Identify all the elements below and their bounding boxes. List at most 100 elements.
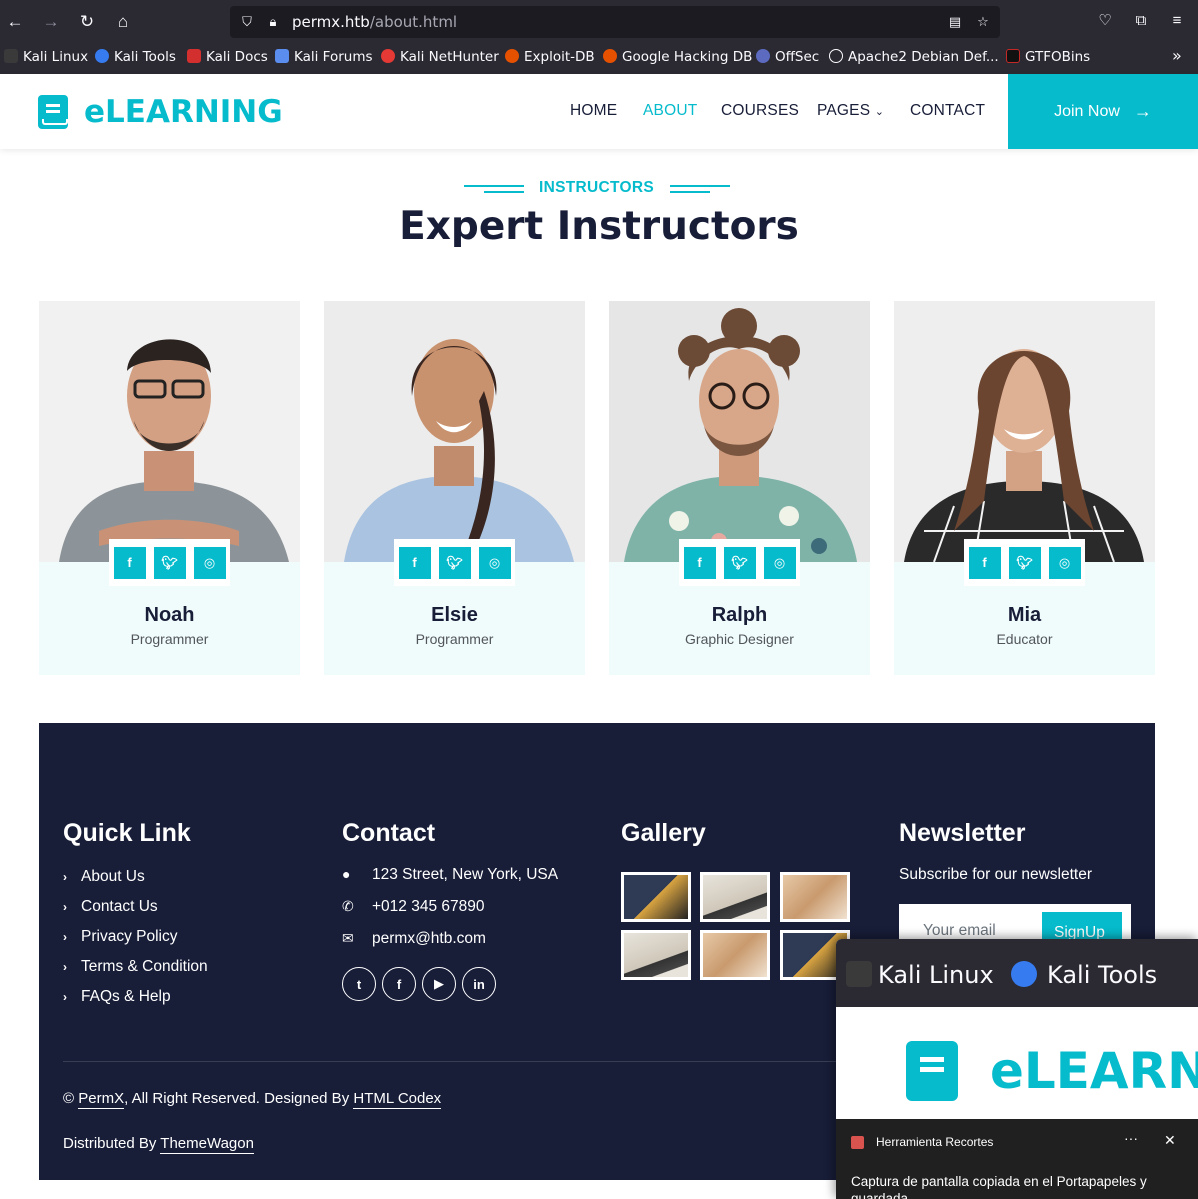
instructor-name: Ralph: [711, 604, 768, 626]
contact-heading: Contact: [342, 819, 436, 847]
footer-link[interactable]: › FAQs & Help: [63, 988, 171, 1006]
bookmark-kali-linux[interactable]: Kali Linux: [4, 49, 88, 65]
bookmark-gtfobins[interactable]: GTFOBins: [1006, 49, 1090, 65]
url-text[interactable]: permx.htb/about.html: [292, 13, 457, 31]
instagram-icon[interactable]: ◎: [1048, 546, 1081, 579]
bookmarks-overflow-icon[interactable]: »: [1172, 46, 1182, 65]
close-icon[interactable]: ✕: [1164, 1132, 1176, 1149]
forward-icon[interactable]: →: [38, 9, 64, 35]
html-codex-link[interactable]: HTML Codex: [353, 1090, 442, 1109]
offsec-icon: [756, 49, 770, 63]
pocket-icon[interactable]: ♡: [1094, 10, 1116, 32]
twitter-icon[interactable]: 🐦︎: [438, 546, 471, 579]
book-icon: [906, 1041, 958, 1101]
twitter-icon[interactable]: 🐦︎: [153, 546, 186, 579]
kali-tools-icon: [95, 49, 109, 63]
extensions-icon[interactable]: ⧉: [1130, 10, 1152, 32]
chevron-right-icon: ›: [63, 870, 67, 884]
gallery-thumb[interactable]: [621, 872, 691, 922]
instructor-name: Noah: [144, 604, 195, 626]
instagram-icon[interactable]: ◎: [763, 546, 796, 579]
youtube-icon[interactable]: ▶: [422, 967, 456, 1001]
bookmark-kali-tools[interactable]: Kali Tools: [95, 49, 176, 65]
lock-icon[interactable]: 🔒︎: [264, 13, 282, 31]
bookmark-apache2[interactable]: Apache2 Debian Def...: [829, 49, 999, 65]
logo[interactable]: eLEARNING: [38, 92, 283, 132]
join-now-button[interactable]: Join Now →: [1008, 74, 1198, 149]
facebook-icon[interactable]: f: [683, 546, 716, 579]
more-options-icon[interactable]: ···: [1124, 1130, 1138, 1146]
bookmark-offsec[interactable]: OffSec: [756, 49, 819, 65]
instructor-role: Graphic Designer: [685, 631, 794, 647]
instructor-name: Mia: [1007, 604, 1042, 626]
url-host: permx.htb: [292, 13, 370, 31]
instagram-icon[interactable]: ◎: [193, 546, 226, 579]
instructor-card: f 🐦︎ ◎ Mia Educator: [894, 301, 1155, 675]
instructor-role: Programmer: [415, 631, 494, 647]
facebook-icon[interactable]: f: [113, 546, 146, 579]
newsletter-heading: Newsletter: [899, 819, 1026, 847]
nav-contact[interactable]: CONTACT: [910, 102, 985, 120]
kali-docs-icon: [187, 49, 201, 63]
gallery-heading: Gallery: [621, 819, 706, 847]
bookmarks-toolbar: Kali Linux Kali Tools Kali Docs Kali For…: [0, 44, 1198, 72]
kali-forums-icon: [275, 49, 289, 63]
browser-chrome: ← → ↻ ⌂ ⛉ 🔒︎ permx.htb/about.html ▤ ☆ ♡ …: [0, 0, 1198, 74]
nav-about[interactable]: ABOUT: [643, 102, 697, 120]
permx-link[interactable]: PermX: [78, 1090, 125, 1109]
reload-icon[interactable]: ↻: [74, 9, 100, 35]
envelope-icon: ✉: [342, 930, 354, 946]
footer-link[interactable]: › About Us: [63, 868, 145, 886]
footer-link[interactable]: › Privacy Policy: [63, 928, 177, 946]
url-path: /about.html: [369, 13, 458, 31]
instructor-card: f 🐦︎ ◎ Ralph Graphic Designer: [609, 301, 870, 675]
preview-bookmarks-bar: Kali Linux Kali Tools: [836, 939, 1198, 1007]
facebook-icon[interactable]: f: [382, 967, 416, 1001]
chevron-right-icon: ›: [63, 990, 67, 1004]
footer-link[interactable]: › Terms & Condition: [63, 958, 208, 976]
instructor-photo: [324, 301, 585, 562]
bookmark-kali-forums[interactable]: Kali Forums: [275, 49, 373, 65]
gallery-thumb[interactable]: [700, 930, 770, 980]
facebook-icon[interactable]: f: [968, 546, 1001, 579]
phone-icon: ✆: [342, 898, 354, 914]
url-bar[interactable]: ⛉ 🔒︎ permx.htb/about.html ▤ ☆: [230, 6, 1000, 38]
screenshot-preview[interactable]: Kali Linux Kali Tools eLEARN: [836, 939, 1198, 1119]
facebook-icon[interactable]: f: [398, 546, 431, 579]
bookmark-kali-docs[interactable]: Kali Docs: [187, 49, 268, 65]
gallery-thumb[interactable]: [700, 872, 770, 922]
instructor-card: f 🐦︎ ◎ Noah Programmer: [39, 301, 300, 675]
menu-icon[interactable]: ≡: [1166, 10, 1188, 32]
bookmark-google-hacking-db[interactable]: Google Hacking DB: [603, 49, 752, 65]
twitter-icon[interactable]: 🐦︎: [1008, 546, 1041, 579]
bookmark-kali-nethunter[interactable]: Kali NetHunter: [381, 49, 499, 65]
themewagon-link[interactable]: ThemeWagon: [160, 1135, 254, 1154]
contact-address: ● 123 Street, New York, USA: [342, 866, 559, 883]
linkedin-icon[interactable]: in: [462, 967, 496, 1001]
bookmark-star-icon[interactable]: ☆: [974, 13, 992, 31]
nav-courses[interactable]: COURSES: [721, 102, 799, 120]
gallery-thumb[interactable]: [780, 872, 850, 922]
globe-icon: [829, 49, 843, 63]
instagram-icon[interactable]: ◎: [478, 546, 511, 579]
gtfobins-icon: [1006, 49, 1020, 63]
back-icon[interactable]: ←: [2, 9, 28, 35]
nav-pages[interactable]: PAGES ⌄: [817, 102, 884, 120]
social-links: f 🐦︎ ◎: [679, 539, 800, 586]
distributed-by: Distributed By ThemeWagon: [63, 1135, 254, 1154]
shield-icon[interactable]: ⛉: [238, 13, 256, 31]
newsletter-text: Subscribe for our newsletter: [899, 866, 1092, 883]
chevron-down-icon: ⌄: [874, 106, 885, 118]
social-links: f 🐦︎ ◎: [109, 539, 230, 586]
email-input[interactable]: Your email: [923, 922, 996, 940]
bookmark-exploit-db[interactable]: Exploit-DB: [505, 49, 595, 65]
gallery-thumb[interactable]: [621, 930, 691, 980]
home-icon[interactable]: ⌂: [110, 9, 136, 35]
twitter-icon[interactable]: t: [342, 967, 376, 1001]
decor-lines-left: [464, 183, 525, 193]
reader-view-icon[interactable]: ▤: [946, 13, 964, 31]
footer-link[interactable]: › Contact Us: [63, 898, 158, 916]
twitter-icon[interactable]: 🐦︎: [723, 546, 756, 579]
snip-notification[interactable]: Kali Linux Kali Tools eLEARN Herramienta…: [836, 939, 1198, 1199]
nav-home[interactable]: HOME: [570, 102, 617, 120]
